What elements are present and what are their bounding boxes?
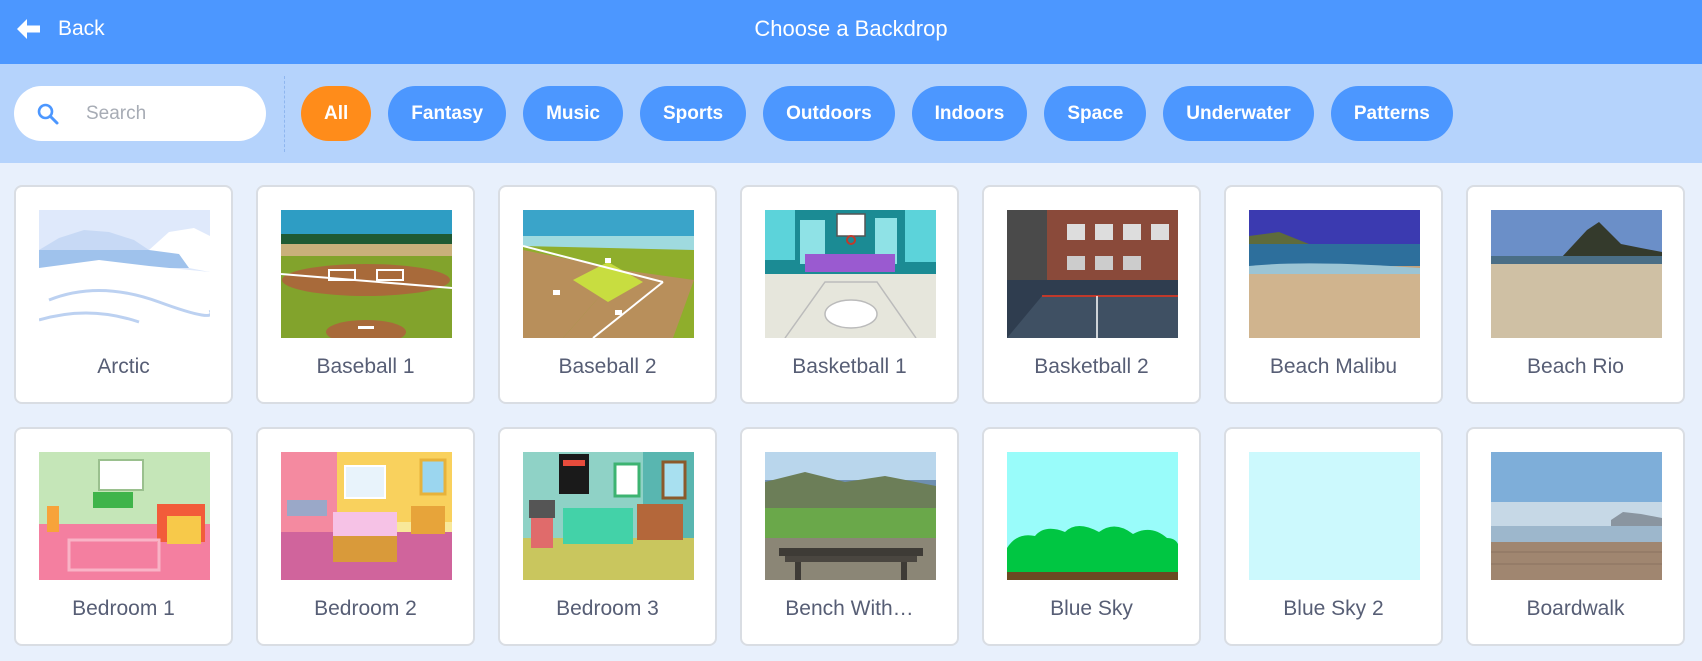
backdrop-card-basketball-2[interactable]: Basketball 2 <box>982 185 1201 404</box>
back-label: Back <box>58 17 105 40</box>
backdrop-name: Blue Sky <box>1050 597 1133 620</box>
beach-malibu-thumbnail <box>1249 210 1420 338</box>
backdrop-name: Beach Malibu <box>1269 355 1398 378</box>
backdrop-card-bedroom-1[interactable]: Bedroom 1 <box>14 427 233 646</box>
basketball-1-thumbnail <box>765 210 936 338</box>
bedroom-1-thumbnail <box>39 452 210 580</box>
blue-sky-2-thumbnail <box>1249 452 1420 580</box>
backdrop-card-bench-with[interactable]: Bench With… <box>740 427 959 646</box>
bench-with-thumbnail <box>765 452 936 580</box>
backdrop-name: Boardwalk <box>1526 597 1625 620</box>
tag-list: All Fantasy Music Sports Outdoors Indoor… <box>301 86 1453 141</box>
search-icon <box>37 103 59 124</box>
backdrop-card-bedroom-2[interactable]: Bedroom 2 <box>256 427 475 646</box>
backdrop-name: Beach Rio <box>1527 355 1624 378</box>
tag-fantasy[interactable]: Fantasy <box>388 86 507 141</box>
filter-divider <box>284 76 285 152</box>
backdrop-name: Baseball 1 <box>316 355 415 378</box>
search-input[interactable] <box>86 102 246 125</box>
backdrop-name: Basketball 2 <box>1034 355 1149 378</box>
basketball-2-thumbnail <box>1007 210 1178 338</box>
filter-bar: All Fantasy Music Sports Outdoors Indoor… <box>0 64 1702 163</box>
backdrop-name: Blue Sky 2 <box>1283 597 1384 620</box>
backdrop-card-bedroom-3[interactable]: Bedroom 3 <box>498 427 717 646</box>
tag-all[interactable]: All <box>301 86 372 141</box>
backdrop-card-beach-rio[interactable]: Beach Rio <box>1466 185 1685 404</box>
backdrop-name: Bedroom 3 <box>556 597 659 620</box>
backdrop-name: Arctic <box>97 355 150 378</box>
backdrop-card-blue-sky-2[interactable]: Blue Sky 2 <box>1224 427 1443 646</box>
backdrop-name: Bedroom 2 <box>314 597 417 620</box>
tag-underwater[interactable]: Underwater <box>1163 86 1314 141</box>
backdrop-name: Baseball 2 <box>558 355 657 378</box>
modal-header: Back Choose a Backdrop <box>0 0 1702 64</box>
backdrop-name: Basketball 1 <box>792 355 907 378</box>
back-arrow-icon <box>17 19 40 39</box>
modal-title: Choose a Backdrop <box>754 16 948 41</box>
tag-space[interactable]: Space <box>1044 86 1147 141</box>
blue-sky-thumbnail <box>1007 452 1178 580</box>
tag-patterns[interactable]: Patterns <box>1330 86 1453 141</box>
arctic-thumbnail <box>39 210 210 338</box>
tag-music[interactable]: Music <box>523 86 623 141</box>
back-button[interactable]: Back <box>16 0 105 58</box>
tag-sports[interactable]: Sports <box>639 86 747 141</box>
backdrop-grid: Arctic Baseball 1 Baseball 2 Basketball … <box>14 185 1685 646</box>
search-box[interactable] <box>14 86 266 141</box>
bedroom-2-thumbnail <box>281 452 452 580</box>
boardwalk-thumbnail <box>1491 452 1662 580</box>
backdrop-card-blue-sky[interactable]: Blue Sky <box>982 427 1201 646</box>
backdrop-name: Bedroom 1 <box>72 597 175 620</box>
tag-outdoors[interactable]: Outdoors <box>763 86 895 141</box>
backdrop-card-boardwalk[interactable]: Boardwalk <box>1466 427 1685 646</box>
baseball-1-thumbnail <box>281 210 452 338</box>
tag-indoors[interactable]: Indoors <box>911 86 1028 141</box>
backdrop-card-arctic[interactable]: Arctic <box>14 185 233 404</box>
backdrop-card-baseball-1[interactable]: Baseball 1 <box>256 185 475 404</box>
backdrop-card-baseball-2[interactable]: Baseball 2 <box>498 185 717 404</box>
backdrop-name: Bench With… <box>785 597 914 620</box>
backdrop-card-beach-malibu[interactable]: Beach Malibu <box>1224 185 1443 404</box>
bedroom-3-thumbnail <box>523 452 694 580</box>
backdrop-card-basketball-1[interactable]: Basketball 1 <box>740 185 959 404</box>
baseball-2-thumbnail <box>523 210 694 338</box>
beach-rio-thumbnail <box>1491 210 1662 338</box>
